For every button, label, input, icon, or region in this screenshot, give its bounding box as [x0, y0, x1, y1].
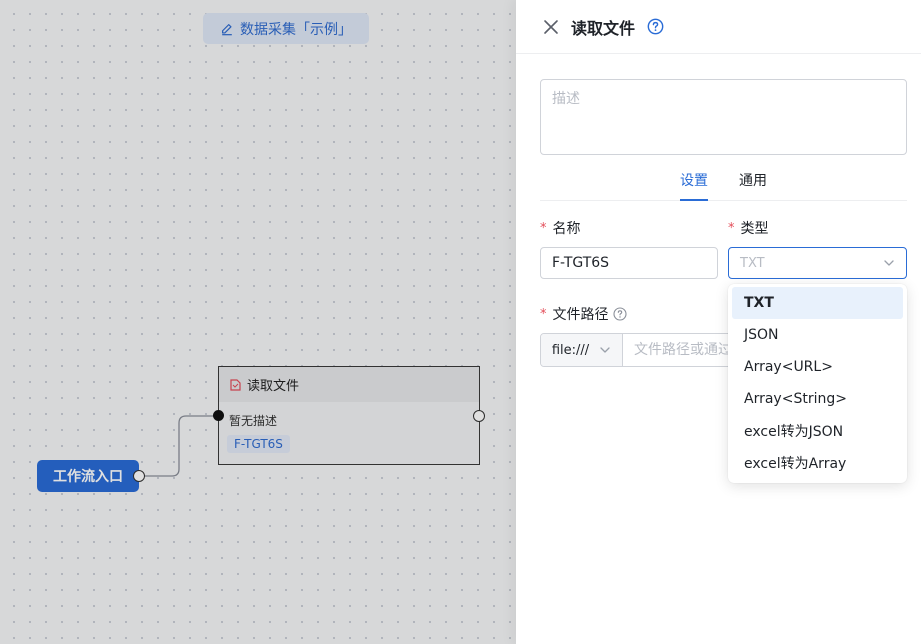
workflow-canvas[interactable]: 数据采集「示例」 工作流入口 读取文件 暂无描述 F-TGT6S — [0, 0, 516, 644]
workflow-entry-node[interactable]: 工作流入口 — [37, 460, 139, 492]
required-mark: * — [728, 220, 735, 236]
type-option-array-string[interactable]: Array<String> — [732, 383, 903, 415]
chevron-down-icon — [883, 257, 895, 269]
type-dropdown-menu: TXT JSON Array<URL> Array<String> excel转… — [728, 284, 907, 483]
node-connector — [145, 415, 219, 477]
type-select[interactable]: TXT — [728, 247, 907, 279]
name-label-text: 名称 — [552, 221, 581, 237]
drawer-title: 读取文件 — [571, 18, 636, 38]
read-file-node-header: 读取文件 — [219, 367, 479, 402]
read-file-input-port[interactable] — [213, 410, 224, 421]
settings-tabs: 设置 通用 — [540, 163, 907, 201]
file-path-label-text: 文件路径 — [552, 307, 609, 323]
type-label-text: 类型 — [740, 221, 769, 237]
type-option-json[interactable]: JSON — [732, 319, 903, 351]
type-option-excel-to-json[interactable]: excel转为JSON — [732, 415, 903, 447]
required-mark: * — [540, 220, 547, 236]
description-textarea[interactable] — [540, 79, 907, 155]
type-option-excel-to-array[interactable]: excel转为Array — [732, 447, 903, 479]
name-input[interactable] — [540, 247, 718, 279]
read-file-output-port[interactable] — [473, 410, 485, 422]
type-option-array-url[interactable]: Array<URL> — [732, 351, 903, 383]
help-circle-icon[interactable] — [647, 18, 664, 35]
type-option-txt[interactable]: TXT — [732, 287, 903, 319]
entry-output-port[interactable] — [133, 470, 145, 482]
entry-node-label: 工作流入口 — [53, 469, 123, 485]
tab-general[interactable]: 通用 — [739, 163, 767, 200]
close-icon[interactable] — [543, 19, 559, 35]
question-icon[interactable] — [612, 307, 627, 321]
tab-settings[interactable]: 设置 — [680, 163, 708, 201]
read-file-node-title: 读取文件 — [247, 379, 300, 394]
read-file-node-tag: F-TGT6S — [227, 435, 290, 453]
path-protocol-value: file:/// — [551, 342, 590, 358]
drawer-header: 读取文件 — [516, 0, 921, 54]
file-path-field-label: * 文件路径 — [540, 304, 627, 324]
document-icon — [230, 378, 241, 391]
path-protocol-select[interactable]: file:/// — [541, 334, 623, 366]
chevron-down-icon — [599, 344, 611, 356]
read-file-node[interactable]: 读取文件 暂无描述 F-TGT6S — [218, 366, 480, 465]
read-file-node-description: 暂无描述 — [229, 414, 278, 428]
required-mark: * — [540, 306, 547, 322]
type-field-label: * 类型 — [728, 218, 769, 238]
type-select-placeholder: TXT — [740, 255, 765, 271]
name-field-label: * 名称 — [540, 218, 581, 238]
